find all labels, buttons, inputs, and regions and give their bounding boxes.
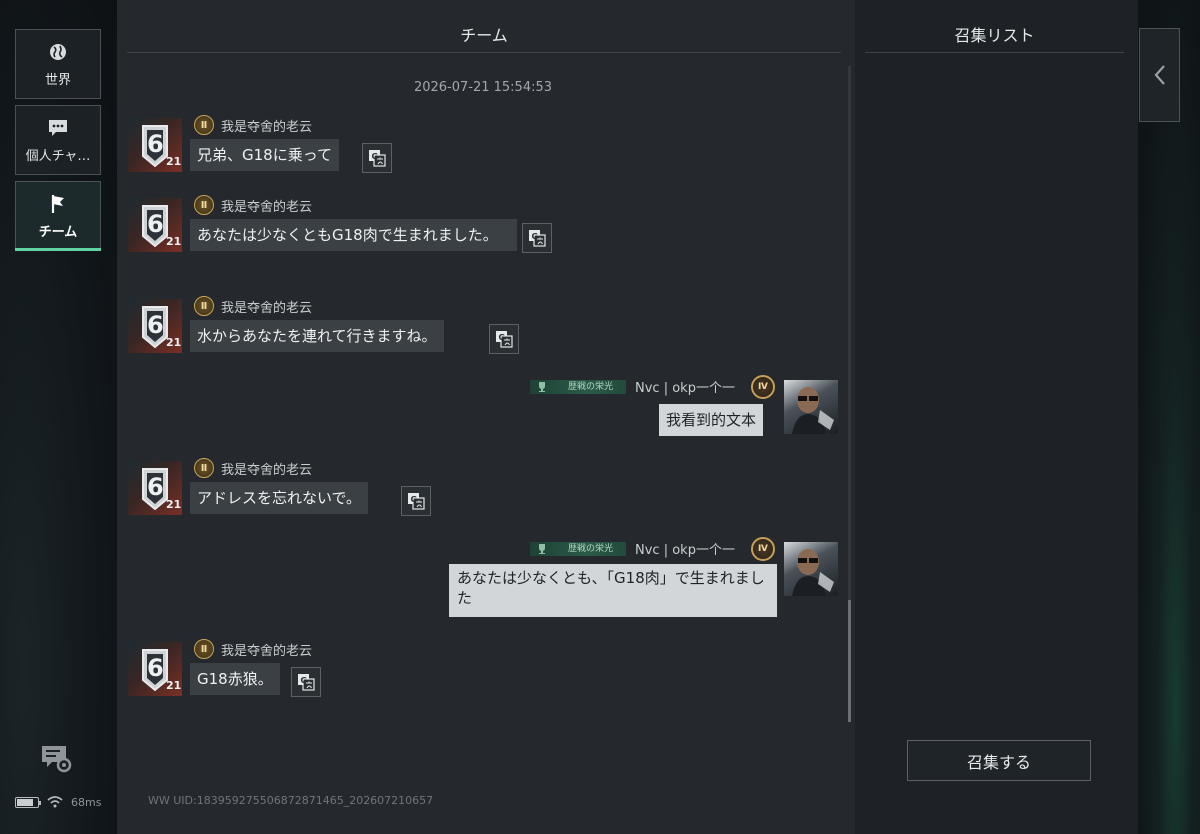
avatar[interactable]: 6 21 xyxy=(128,198,182,252)
my-avatar[interactable] xyxy=(784,380,838,434)
rank-badge: Ⅳ xyxy=(751,375,775,399)
avatar-level: 6 xyxy=(147,311,164,339)
rank-badge: Ⅱ xyxy=(194,296,214,316)
tab-world-label: 世界 xyxy=(44,72,71,88)
sender-name[interactable]: 我是夺舍的老云 xyxy=(221,196,312,215)
translate-icon: G xyxy=(496,331,513,348)
battery-icon xyxy=(15,796,41,808)
svg-text:G: G xyxy=(411,495,418,504)
message-bubble[interactable]: 兄弟、G18に乗って xyxy=(190,139,339,171)
collapse-panel-button[interactable] xyxy=(1139,28,1180,122)
translate-button[interactable]: G xyxy=(489,324,519,354)
chat-panel: チーム 2026-07-21 15:54:53 6 21 Ⅱ 我是夺舍的老云 兄… xyxy=(117,0,855,834)
message-bubble[interactable]: あなたは少なくともG18肉で生まれました。 xyxy=(190,219,517,251)
my-message-bubble[interactable]: 我看到的文本 xyxy=(659,404,764,436)
avatar-level: 6 xyxy=(147,130,164,158)
sender-name[interactable]: 我是夺舍的老云 xyxy=(221,459,312,478)
avatar-level: 6 xyxy=(147,473,164,501)
trophy-icon xyxy=(539,544,545,554)
svg-text:G: G xyxy=(301,676,308,685)
tab-private-chat[interactable]: 個人チャ… xyxy=(15,105,101,175)
message-timestamp: 2026-07-21 15:54:53 xyxy=(413,80,553,95)
translate-button[interactable]: G xyxy=(291,667,321,697)
translate-icon: G xyxy=(298,674,315,691)
translate-icon: G xyxy=(369,150,386,167)
rank-badge: Ⅱ xyxy=(194,195,214,215)
translate-button[interactable]: G xyxy=(522,223,552,253)
chat-settings-button[interactable] xyxy=(40,744,74,774)
message-bubble[interactable]: アドレスを忘れないで。 xyxy=(190,482,368,514)
message-bubble[interactable]: G18赤狼。 xyxy=(190,663,280,695)
user-uid: WW UID:1839592755068728714​65_2026072106… xyxy=(148,794,434,807)
translate-icon: G xyxy=(529,230,546,247)
wifi-icon xyxy=(47,796,63,808)
summon-list-panel: 召集リスト 召集する xyxy=(855,0,1138,834)
avatar-level: 6 xyxy=(147,210,164,238)
title-tag-label: 歴戦の栄光 xyxy=(568,544,614,554)
right-background xyxy=(1138,0,1200,834)
title-tag-label: 歴戦の栄光 xyxy=(568,382,614,392)
avatar[interactable]: 6 21 xyxy=(128,461,182,515)
title-tag: 歴戦の栄光 xyxy=(530,542,626,556)
avatar-level: 6 xyxy=(147,654,164,682)
tab-private-chat-label: 個人チャ… xyxy=(25,148,91,164)
chat-title: チーム xyxy=(460,26,508,45)
avatar-sublevel: 21 xyxy=(166,498,182,511)
svg-text:G: G xyxy=(372,152,379,161)
sender-name[interactable]: 我是夺舍的老云 xyxy=(221,640,312,659)
avatar-sublevel: 21 xyxy=(166,679,182,692)
translate-button[interactable]: G xyxy=(362,143,392,173)
chat-settings-icon xyxy=(42,746,72,773)
globe-icon xyxy=(47,41,69,63)
chevron-left-icon xyxy=(1154,65,1165,85)
divider xyxy=(127,52,841,53)
summon-list-title: 召集リスト xyxy=(954,26,1035,45)
rank-badge: Ⅱ xyxy=(194,458,214,478)
translate-button[interactable]: G xyxy=(401,486,431,516)
chat-bubble-icon xyxy=(47,117,69,139)
avatar[interactable]: 6 21 xyxy=(128,118,182,172)
avatar-sublevel: 21 xyxy=(166,155,182,168)
divider xyxy=(865,52,1124,53)
rank-badge: Ⅳ xyxy=(751,537,775,561)
ping-value: 68ms xyxy=(71,795,102,809)
message-bubble[interactable]: 水からあなたを連れて行きますね。 xyxy=(190,320,444,352)
tab-team-label: チーム xyxy=(38,224,78,240)
sender-name[interactable]: Nvc | okp一个一 xyxy=(635,539,735,558)
tab-team[interactable]: チーム xyxy=(15,181,101,251)
sender-name[interactable]: 我是夺舍的老云 xyxy=(221,297,312,316)
avatar[interactable]: 6 21 xyxy=(128,642,182,696)
device-status: 68ms xyxy=(15,793,101,811)
sender-name[interactable]: 我是夺舍的老云 xyxy=(221,116,312,135)
scrollbar-thumb[interactable] xyxy=(848,600,851,722)
avatar-sublevel: 21 xyxy=(166,336,182,349)
svg-text:G: G xyxy=(499,333,506,342)
flag-icon xyxy=(47,193,69,215)
summon-button[interactable]: 召集する xyxy=(907,740,1091,781)
svg-text:G: G xyxy=(532,232,539,241)
tab-world[interactable]: 世界 xyxy=(15,29,101,99)
sender-name[interactable]: Nvc | okp一个一 xyxy=(635,377,735,396)
rank-badge: Ⅱ xyxy=(194,639,214,659)
title-tag: 歴戦の栄光 xyxy=(530,380,626,394)
avatar-sublevel: 21 xyxy=(166,235,182,248)
translate-icon: G xyxy=(408,493,425,510)
rank-badge: Ⅱ xyxy=(194,115,214,135)
my-message-bubble[interactable]: あなたは少なくとも、「G18肉」で生まれました xyxy=(449,564,777,617)
my-avatar[interactable] xyxy=(784,542,838,596)
avatar[interactable]: 6 21 xyxy=(128,299,182,353)
trophy-icon xyxy=(539,382,545,392)
